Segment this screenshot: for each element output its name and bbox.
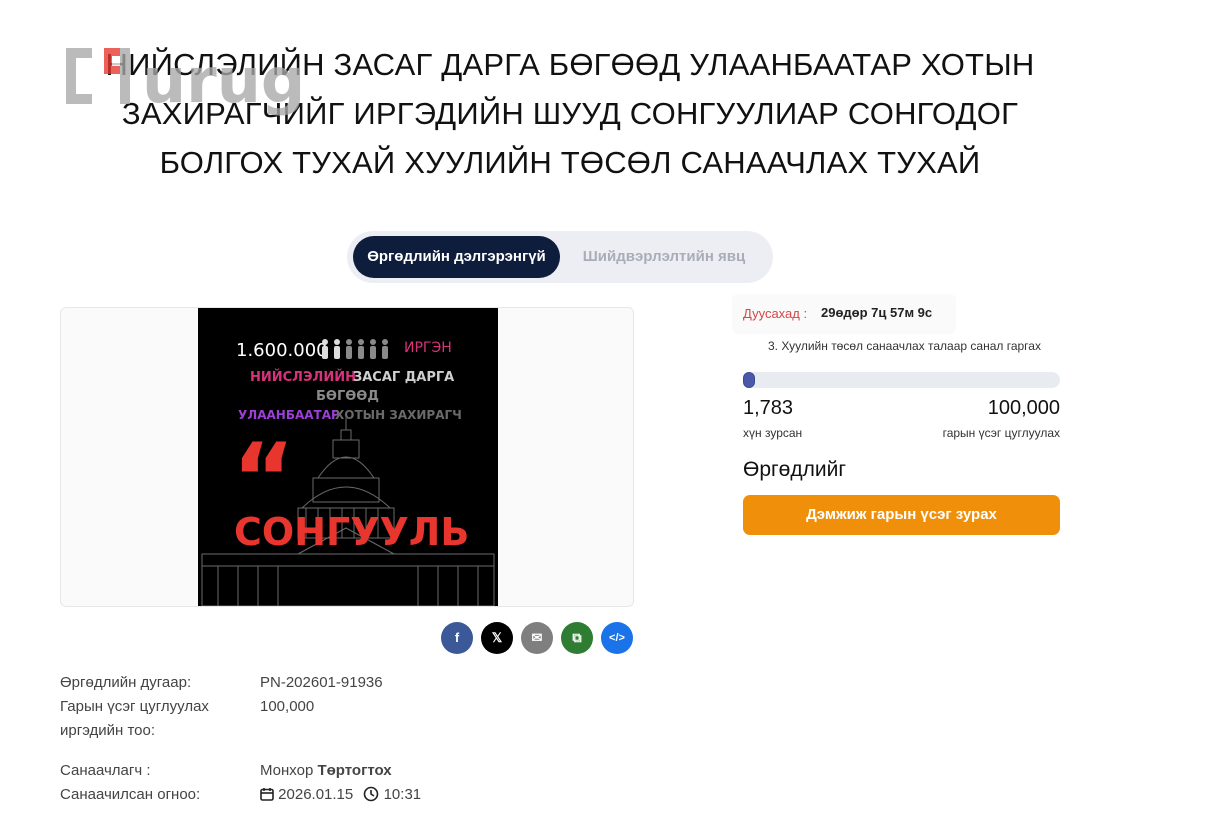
facebook-share-button[interactable]: f (441, 622, 473, 654)
goal-value: 100,000 (260, 698, 315, 715)
petition-number-label: Өргөдлийн дугаар: (60, 674, 192, 691)
signed-label: хүн зурсан (743, 426, 803, 440)
tab-bar: Өргөдлийн дэлгэрэнгүй Шийдвэрлэлтийн явц (347, 231, 773, 283)
initiator-last-name: Төртогтох (317, 762, 392, 779)
goal-label-line1: Гарын үсэг цуглуулах (60, 698, 209, 715)
initiator-name: Монхор Төртогтох (260, 759, 392, 783)
urug-logo: urug (66, 44, 304, 117)
initiator-first-name: Монхор (260, 762, 314, 779)
deadline-label: Дуусахад : (743, 306, 808, 321)
facebook-icon: f (454, 630, 460, 645)
x-icon: 𝕏 (491, 630, 503, 645)
goal-count-label: гарын үсэг цуглуулах (942, 426, 1060, 440)
title-line: БОЛГОХ ТУХАЙ ХУУЛИЙН ТӨСӨЛ САНААЧЛАХ ТУХ… (159, 145, 981, 180)
embed-button[interactable]: </> (601, 622, 633, 654)
tab-details[interactable]: Өргөдлийн дэлгэрэнгүй (353, 236, 560, 278)
goal-count: 100,000 (987, 397, 1060, 419)
signature-progress-fill (743, 372, 755, 388)
copy-icon: ⧉ (572, 630, 582, 645)
time-value: 10:31 (383, 786, 422, 803)
sign-petition-button[interactable]: Дэмжиж гарын үсэг зурах (743, 495, 1060, 535)
initiator-label: Санаачлагч : (60, 762, 151, 779)
people-icon (322, 339, 388, 359)
poster-big-text: СОНГУУЛЬ (234, 510, 470, 554)
copy-link-button[interactable]: ⧉ (561, 622, 593, 654)
signed-count: 1,783 (743, 397, 794, 419)
calendar-icon (260, 788, 274, 801)
deadline-countdown: 29өдөр 7ц 57м 9с (821, 305, 933, 320)
poster-citizens: ИРГЭН (404, 340, 452, 356)
date-time: 2026.01.15 10:31 (260, 783, 421, 807)
petition-number-value: PN-202601-91936 (260, 674, 383, 691)
petition-image-frame: 1.600.000 ИРГЭН НИЙСЛЭЛИЙН ЗАСАГ ДАРГА Б… (60, 307, 634, 607)
poster-line3: БӨГӨӨД (316, 389, 379, 404)
poster-count: 1.600.000 (236, 340, 328, 361)
deadline-box: Дуусахад : 29өдөр 7ц 57м 9с (732, 294, 956, 334)
poster-line2b: ЗАСАГ ДАРГА (353, 370, 455, 385)
clock-icon (364, 786, 379, 802)
tab-progress[interactable]: Шийдвэрлэлтийн явц (569, 236, 759, 278)
goal-label-line2: иргэдийн тоо: (60, 722, 156, 739)
petition-poster: 1.600.000 ИРГЭН НИЙСЛЭЛИЙН ЗАСАГ ДАРГА Б… (198, 308, 498, 606)
current-stage: 3. Хуулийн төсөл санаачлах талаар санал … (768, 339, 1041, 353)
svg-text:urug: urug (142, 44, 304, 117)
date-value: 2026.01.15 (278, 786, 354, 803)
embed-icon: </> (609, 632, 625, 644)
poster-line2a: НИЙСЛЭЛИЙН (250, 370, 356, 385)
email-icon: ✉ (531, 630, 543, 645)
x-share-button[interactable]: 𝕏 (481, 622, 513, 654)
date-label: Санаачилсан огноо: (60, 786, 201, 803)
email-share-button[interactable]: ✉ (521, 622, 553, 654)
signature-progress-bar (743, 372, 1060, 388)
petition-heading: Өргөдлийг (743, 458, 846, 481)
